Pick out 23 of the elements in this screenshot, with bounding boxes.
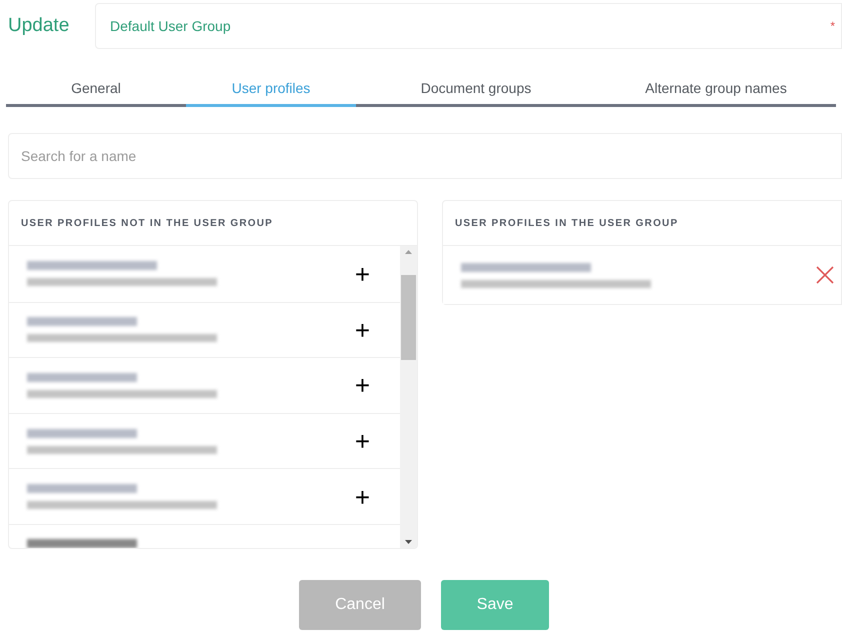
required-mark: * bbox=[830, 18, 835, 35]
search-field[interactable]: Search for a name bbox=[8, 133, 842, 179]
profile-row[interactable]: + bbox=[9, 412, 400, 468]
panel-title: USER PROFILES IN THE USER GROUP bbox=[455, 216, 678, 230]
scroll-up-icon[interactable] bbox=[405, 250, 412, 254]
page-title: Update bbox=[8, 14, 70, 38]
tab[interactable]: Alternate group names bbox=[596, 73, 836, 107]
search-input[interactable]: Search for a name bbox=[21, 146, 841, 166]
panel-title: USER PROFILES NOT IN THE USER GROUP bbox=[21, 216, 274, 230]
tab[interactable]: Document groups bbox=[356, 73, 596, 107]
add-button[interactable]: + bbox=[354, 484, 370, 510]
scrollbar[interactable] bbox=[400, 246, 417, 548]
remove-button[interactable] bbox=[815, 265, 835, 285]
add-button[interactable]: + bbox=[354, 316, 370, 343]
tab[interactable]: General bbox=[6, 73, 186, 107]
add-button[interactable]: + bbox=[354, 260, 370, 287]
group-name-field[interactable]: Default User Group * bbox=[95, 3, 842, 49]
add-button[interactable]: + bbox=[354, 428, 370, 454]
scroll-down-icon[interactable] bbox=[405, 540, 412, 544]
scrollbar-thumb[interactable] bbox=[401, 274, 416, 360]
add-button[interactable]: + bbox=[354, 372, 370, 398]
group-name-value: Default User Group bbox=[110, 16, 231, 36]
close-icon bbox=[815, 265, 835, 285]
